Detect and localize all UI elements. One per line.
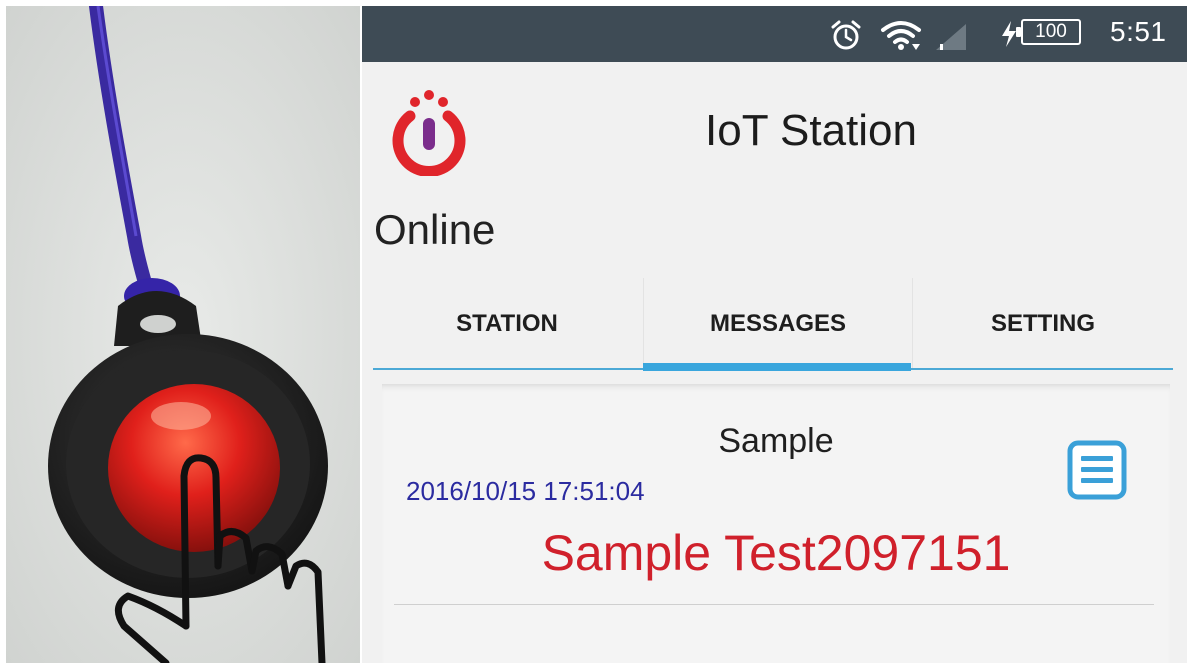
alarm-clock-icon	[831, 20, 861, 50]
message-timestamp: 2016/10/15 17:51:04	[406, 476, 645, 506]
message-title: Sample	[718, 422, 834, 460]
list-divider	[394, 604, 1154, 605]
battery-indicator: 100	[1016, 19, 1081, 45]
connection-status: Online	[374, 206, 496, 253]
status-bar: 100 5:51	[362, 6, 1187, 62]
power-logo-icon	[392, 90, 466, 176]
tab-selected-indicator	[643, 363, 911, 371]
wifi-icon	[881, 21, 921, 50]
signal-icon	[936, 24, 966, 50]
phone-screen: 100 5:51 IoT Station Online STATION MESS…	[362, 6, 1187, 663]
tab-setting[interactable]: SETTING	[913, 278, 1173, 370]
message-menu-icon[interactable]	[1066, 439, 1128, 501]
tab-messages[interactable]: MESSAGES	[643, 278, 913, 370]
panic-button-illustration	[6, 6, 360, 663]
message-body: Sample Test2097151	[541, 525, 1011, 581]
app-title: IoT Station	[705, 106, 917, 155]
message-list: Sample 2016/10/15 17:51:04 Sample Test20…	[382, 384, 1170, 663]
tab-bar: STATION MESSAGES SETTING	[373, 278, 1173, 371]
tab-station[interactable]: STATION	[373, 278, 641, 370]
device-photo	[6, 6, 360, 663]
clock-time: 5:51	[1110, 16, 1167, 47]
